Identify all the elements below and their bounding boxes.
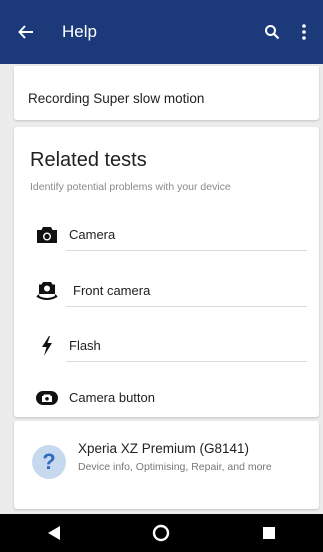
test-item-label: Camera button xyxy=(69,390,155,405)
arrow-back-icon xyxy=(18,25,33,39)
nav-back-icon xyxy=(47,526,60,540)
test-item-flash[interactable]: Flash xyxy=(14,329,319,379)
help-topic-card[interactable]: Recording Super slow motion xyxy=(14,66,319,120)
app-bar: Help xyxy=(0,0,323,64)
divider xyxy=(66,250,307,251)
more-vert-icon xyxy=(302,24,306,40)
nav-back-button[interactable] xyxy=(34,518,74,548)
search-icon xyxy=(265,25,280,40)
question-icon: ? xyxy=(32,445,66,479)
related-tests-subtitle: Identify potential problems with your de… xyxy=(30,181,231,193)
test-item-front-camera[interactable]: Front camera xyxy=(14,274,319,324)
nav-recents-button[interactable] xyxy=(249,518,289,548)
test-item-label: Front camera xyxy=(73,283,151,298)
related-tests-card: Related tests Identify potential problem… xyxy=(14,127,319,417)
device-name: Xperia XZ Premium (G8141) xyxy=(78,441,250,456)
divider xyxy=(66,361,307,362)
back-button[interactable] xyxy=(18,24,48,40)
nav-home-button[interactable] xyxy=(141,518,181,548)
nav-recents-icon xyxy=(263,527,276,539)
nav-home-icon xyxy=(153,524,170,542)
test-item-label: Flash xyxy=(69,338,101,353)
help-topic-label: Recording Super slow motion xyxy=(28,91,205,106)
test-item-camera[interactable]: Camera xyxy=(14,218,319,268)
test-item-label: Camera xyxy=(69,227,116,242)
camera-button-icon xyxy=(30,381,64,415)
camera-icon xyxy=(30,218,64,252)
more-options-button[interactable] xyxy=(299,24,309,40)
divider xyxy=(66,306,307,307)
device-description: Device info, Optimising, Repair, and mor… xyxy=(78,461,272,473)
page-title: Help xyxy=(62,22,97,41)
flash-icon xyxy=(30,329,64,363)
device-card[interactable]: ? Xperia XZ Premium (G8141) Device info,… xyxy=(14,421,319,509)
system-nav-bar xyxy=(0,514,323,552)
front-camera-icon xyxy=(30,274,64,308)
related-tests-heading: Related tests xyxy=(30,149,147,171)
search-button[interactable] xyxy=(259,24,285,40)
